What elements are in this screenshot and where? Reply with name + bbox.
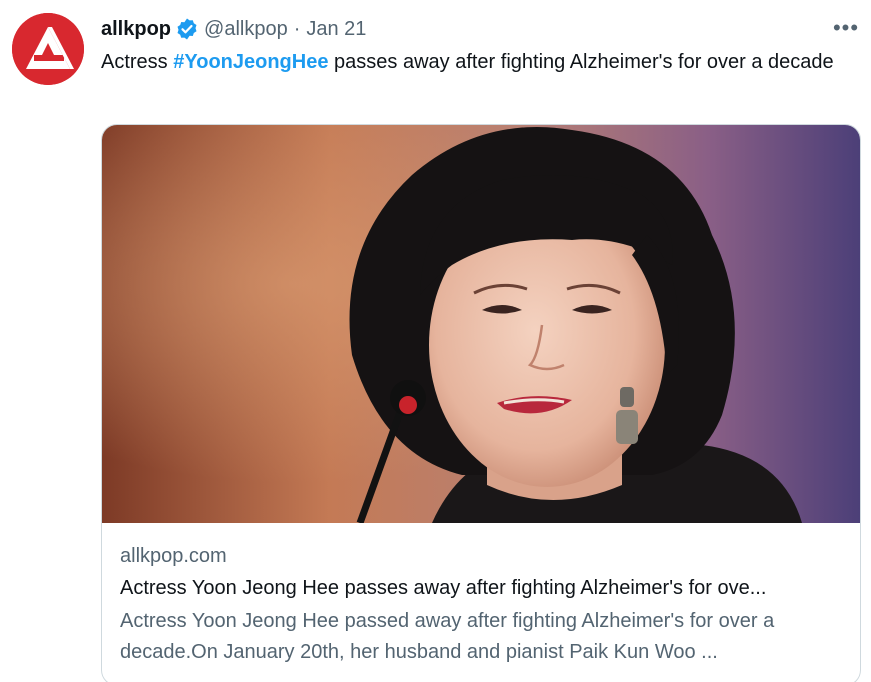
card-title: Actress Yoon Jeong Hee passes away after… <box>120 577 767 599</box>
verified-badge-icon <box>175 17 199 41</box>
tweet-header: allkpop @allkpop · Jan 21 <box>101 15 366 43</box>
more-options-icon[interactable]: ••• <box>826 14 866 42</box>
tweet-text-before: Actress <box>101 51 174 73</box>
link-preview-card[interactable]: allkpop.com Actress Yoon Jeong Hee passe… <box>101 124 861 682</box>
hashtag-link[interactable]: #YoonJeongHee <box>173 51 328 73</box>
tweet-text-after: passes away after fighting Alzheimer's f… <box>328 51 834 73</box>
more-options-label: ••• <box>832 15 860 40</box>
card-domain: allkpop.com <box>120 545 227 567</box>
author-handle[interactable]: @allkpop <box>204 18 288 41</box>
author-display-name[interactable]: allkpop <box>101 18 171 41</box>
card-description: Actress Yoon Jeong Hee passed away after… <box>120 610 775 663</box>
tweet-date[interactable]: Jan 21 <box>306 18 366 41</box>
header-separator: · <box>293 17 301 40</box>
card-body: allkpop.com Actress Yoon Jeong Hee passe… <box>120 542 845 668</box>
tweet-text: Actress #YoonJeongHee passes away after … <box>101 47 856 77</box>
article-photo[interactable] <box>102 125 860 523</box>
author-avatar[interactable] <box>12 13 84 85</box>
allkpop-logo-icon <box>12 13 84 85</box>
